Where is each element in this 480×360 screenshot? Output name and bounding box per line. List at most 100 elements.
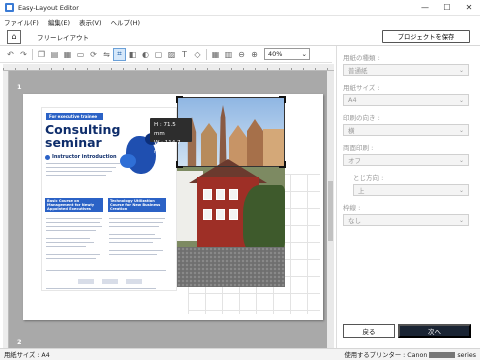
text-line: [109, 226, 159, 228]
mode-bar: ⌂ フリーレイアウト プロジェクトを保存: [0, 28, 480, 46]
page-1[interactable]: For executive trainee Consulting seminar…: [23, 94, 323, 320]
chevron-down-icon: ⌄: [301, 50, 307, 58]
menu-help[interactable]: ヘルプ(H): [111, 17, 140, 27]
vertical-ruler: [3, 71, 9, 348]
photo-window: [203, 209, 212, 220]
menu-view[interactable]: 表示(V): [79, 17, 102, 27]
duplex-value: オフ: [348, 157, 361, 165]
flyer-banner: For executive trainee: [46, 113, 103, 120]
binding-select[interactable]: 上 ⌄: [353, 184, 469, 196]
flyer-course-box-right: Technology Utilization Course for New Bu…: [108, 198, 166, 212]
orientation-select[interactable]: 横 ⌄: [343, 124, 469, 136]
duplex-select[interactable]: オフ ⌄: [343, 154, 469, 166]
status-printer: 使用するプリンター : Canon series: [344, 350, 476, 359]
size-tooltip-height: H : 71.5 mm: [154, 122, 176, 137]
photo-stone-wall: [177, 247, 285, 287]
text-line: [109, 242, 153, 244]
vertical-scrollbar[interactable]: [327, 71, 334, 348]
paper-type-select[interactable]: 普通紙 ⌄: [343, 64, 469, 76]
border-value: なし: [348, 217, 361, 225]
text-line: [109, 254, 157, 256]
next-button[interactable]: 次へ: [398, 324, 471, 338]
redo-icon[interactable]: ↷: [17, 48, 30, 61]
status-bar: 用紙サイズ : A4 使用するプリンター : Canon series: [0, 348, 480, 360]
home-icon[interactable]: ⌂: [7, 29, 21, 44]
paper-size-value: A4: [348, 96, 357, 104]
border-select[interactable]: なし ⌄: [343, 214, 469, 226]
zoom-select[interactable]: 40% ⌄: [264, 48, 310, 60]
menu-file[interactable]: ファイル(F): [4, 17, 39, 27]
zoom-out-icon[interactable]: ⊖: [235, 48, 248, 61]
text-line: [46, 246, 86, 248]
text-line: [46, 222, 100, 224]
crop-icon[interactable]: ⌗: [113, 47, 126, 61]
image-icon[interactable]: ▨: [165, 48, 178, 61]
chevron-down-icon: ⌄: [458, 156, 464, 164]
print-settings-panel: 用紙の種類 : 普通紙 ⌄ 用紙サイズ : A4 ⌄ 印刷の向き : 横 ⌄ 両面印刷…: [336, 46, 480, 348]
scrollbar-thumb[interactable]: [328, 181, 333, 241]
chevron-down-icon: ⌄: [458, 66, 464, 74]
photo-window: [229, 189, 238, 200]
window-title: Easy-Layout Editor: [18, 3, 79, 12]
frame-icon[interactable]: ▢: [152, 48, 165, 61]
close-icon[interactable]: ✕: [458, 0, 480, 16]
duplicate-icon[interactable]: ▦: [61, 48, 74, 61]
redacted-block: [429, 352, 456, 358]
paper-size-select[interactable]: A4 ⌄: [343, 94, 469, 106]
page-number: 2: [17, 338, 22, 346]
text-line: [46, 270, 166, 272]
zoom-in-icon[interactable]: ⊕: [248, 48, 261, 61]
binding-label: とじ方向 :: [353, 174, 384, 182]
text-line: [46, 288, 156, 290]
shape-icon[interactable]: ◇: [191, 48, 204, 61]
flyer-graphic: [120, 154, 136, 168]
mode-label: フリーレイアウト: [37, 33, 89, 42]
save-project-button[interactable]: プロジェクトを保存: [382, 30, 470, 43]
selection-frame[interactable]: [176, 96, 286, 168]
effects-icon[interactable]: ◐: [139, 48, 152, 61]
grid-icon[interactable]: ▦: [209, 48, 222, 61]
back-button[interactable]: 戻る: [343, 324, 395, 338]
maximize-icon[interactable]: ☐: [436, 0, 458, 16]
menu-bar: ファイル(F) 編集(E) 表示(V) ヘルプ(H): [0, 16, 480, 28]
crop-handle[interactable]: [176, 161, 183, 168]
duplex-label: 両面印刷 :: [343, 144, 374, 152]
text-line: [46, 163, 120, 165]
chevron-down-icon: ⌄: [458, 186, 464, 194]
sponsor-logo: [102, 279, 118, 284]
copy-icon[interactable]: ❐: [35, 48, 48, 61]
orientation-value: 横: [348, 127, 355, 135]
delete-icon[interactable]: ▭: [74, 48, 87, 61]
text-line: [46, 226, 102, 228]
flip-icon[interactable]: ⇋: [100, 48, 113, 61]
text-icon[interactable]: T: [178, 48, 191, 61]
paste-icon[interactable]: ▤: [48, 48, 61, 61]
text-line: [46, 175, 106, 177]
adjust-icon[interactable]: ◧: [126, 48, 139, 61]
layout-icon[interactable]: ▥: [222, 48, 235, 61]
crop-handle[interactable]: [279, 96, 286, 103]
minimize-icon[interactable]: —: [414, 0, 436, 16]
chevron-down-icon: ⌄: [458, 126, 464, 134]
orientation-label: 印刷の向き :: [343, 114, 380, 122]
app-icon: [5, 3, 14, 12]
size-tooltip: H : 71.5 mm W : 114.7 mm: [150, 118, 192, 155]
crop-handle[interactable]: [176, 96, 183, 103]
toolbar-divider: [32, 48, 33, 60]
paper-type-value: 普通紙: [348, 67, 368, 75]
status-printer-prefix: 使用するプリンター : Canon: [344, 352, 428, 359]
text-line: [46, 258, 96, 260]
text-line: [109, 238, 161, 240]
text-line: [46, 230, 96, 232]
text-line: [46, 167, 116, 169]
rotate-icon[interactable]: ⟳: [87, 48, 100, 61]
undo-icon[interactable]: ↶: [4, 48, 17, 61]
photo-window: [203, 189, 212, 200]
menu-edit[interactable]: 編集(E): [48, 17, 70, 27]
photo-window: [216, 209, 225, 220]
horizontal-ruler: [3, 64, 334, 71]
zoom-value: 40%: [268, 50, 283, 58]
text-line: [46, 242, 94, 244]
layout-canvas[interactable]: 1 2 For executive trainee Consulting sem…: [3, 64, 334, 348]
crop-handle[interactable]: [279, 161, 286, 168]
